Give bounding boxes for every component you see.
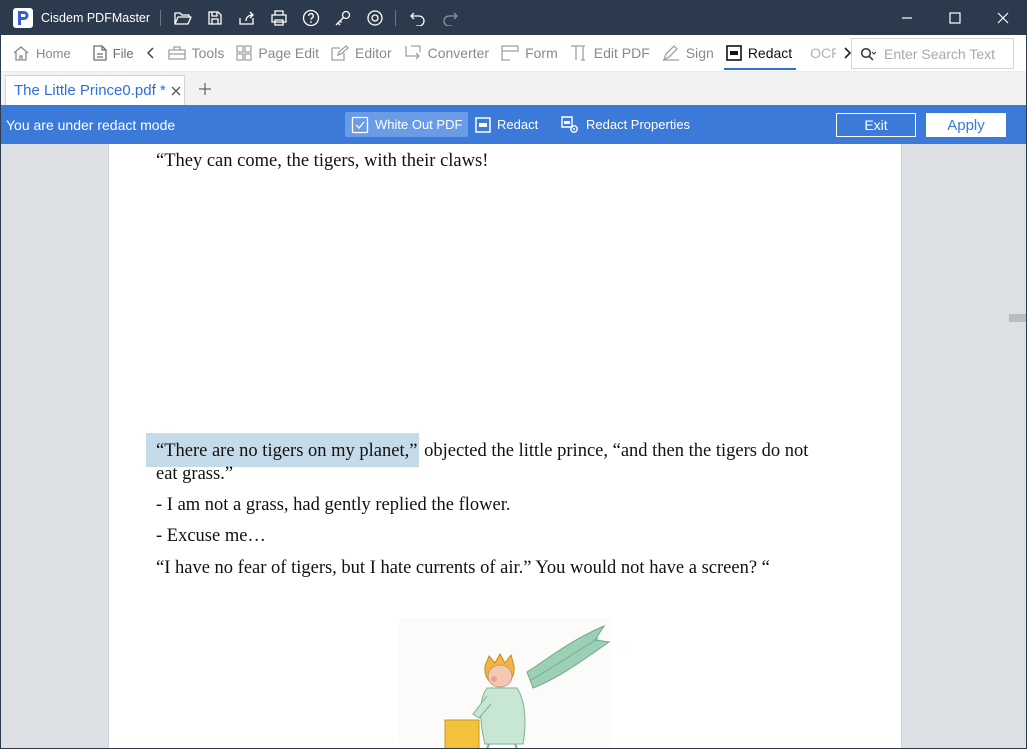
file-icon — [93, 45, 107, 61]
form-label: Form — [525, 45, 558, 61]
home-icon — [13, 46, 29, 61]
ocr-label: OCR — [810, 45, 836, 61]
redact-button-label: Redact — [497, 117, 539, 132]
tools-button[interactable]: Tools — [162, 35, 231, 72]
form-button[interactable]: Form — [495, 35, 564, 72]
page-text-line: eat grass.” — [156, 464, 234, 484]
redact-label: Redact — [747, 45, 793, 61]
page-text-line: - Excuse me… — [156, 526, 266, 546]
converter-button[interactable]: Converter — [398, 35, 495, 72]
app-title: Cisdem PDFMaster — [41, 10, 151, 25]
redact-icon — [726, 45, 742, 61]
home-button[interactable]: Home — [0, 35, 77, 72]
redact-properties-label: Redact Properties — [586, 117, 691, 132]
close-window-icon[interactable] — [979, 0, 1027, 35]
editor-button[interactable]: Editor — [325, 35, 398, 72]
document-tab-strip: The Little Prince0.pdf * — [0, 72, 1027, 105]
page-edit-label: Page Edit — [258, 45, 320, 61]
print-icon[interactable] — [263, 0, 295, 35]
white-out-label: White Out PDF — [375, 117, 463, 132]
sign-label: Sign — [685, 45, 714, 61]
pdf-page[interactable]: “They can come, the tigers, with their c… — [108, 144, 902, 749]
ocr-button[interactable]: OCR OCR — [798, 35, 836, 72]
help-icon[interactable] — [295, 0, 327, 35]
title-separator — [160, 9, 162, 26]
page-edit-button[interactable]: Page Edit — [230, 35, 325, 72]
pen-sign-icon — [662, 45, 679, 61]
editor-label: Editor — [355, 45, 392, 61]
sign-button[interactable]: Sign — [656, 35, 720, 72]
title-separator-2 — [395, 9, 397, 26]
redact-properties-button[interactable]: Redact Properties — [554, 112, 696, 137]
file-button[interactable]: File — [77, 35, 140, 72]
scrollbar-thumb[interactable] — [1009, 314, 1027, 322]
undo-icon[interactable] — [402, 0, 434, 35]
white-out-button[interactable]: White Out PDF — [345, 112, 469, 137]
text-selection-highlight[interactable]: “There are no tigers on my planet,” — [146, 433, 420, 467]
share-icon[interactable] — [231, 0, 263, 35]
search-box[interactable] — [851, 38, 1014, 69]
page-text-line: “They can come, the tigers, with their c… — [156, 151, 489, 171]
search-input[interactable] — [884, 45, 1004, 62]
properties-gear-icon — [561, 115, 578, 133]
white-out-icon — [351, 116, 369, 133]
home-label: Home — [36, 45, 71, 61]
window-controls — [883, 0, 1027, 35]
toolbox-icon — [167, 46, 186, 60]
minimize-icon[interactable] — [883, 0, 931, 35]
close-tab-icon[interactable] — [171, 86, 181, 96]
open-folder-icon[interactable] — [167, 0, 199, 35]
convert-arrows-icon — [404, 45, 421, 60]
main-toolbar: Home File Tools Page Edit Editor Convert… — [0, 35, 1027, 72]
scroll-left-icon[interactable] — [140, 35, 162, 72]
document-tab-label: The Little Prince0.pdf * — [14, 82, 166, 99]
edit-pdf-button[interactable]: Edit PDF — [564, 35, 656, 72]
form-icon — [501, 45, 519, 61]
page-text-line-highlighted: “There are no tigers on my planet,” obje… — [146, 433, 809, 467]
title-bar: Cisdem PDFMaster — [0, 0, 1027, 35]
document-tab[interactable]: The Little Prince0.pdf * — [5, 75, 185, 105]
tools-label: Tools — [191, 45, 225, 61]
redact-mode-bar: You are under redact mode White Out PDF … — [0, 105, 1027, 144]
apply-button[interactable]: Apply — [926, 113, 1006, 137]
document-viewport[interactable]: “They can come, the tigers, with their c… — [0, 144, 1027, 749]
redact-tab[interactable]: Redact — [720, 35, 798, 72]
settings-icon[interactable] — [359, 0, 391, 35]
add-tab-icon[interactable] — [194, 78, 216, 100]
redact-button[interactable]: Redact — [469, 112, 544, 137]
vertical-scrollbar[interactable] — [1009, 144, 1027, 749]
redact-mode-status: You are under redact mode — [6, 117, 176, 133]
grid-icon — [236, 45, 252, 61]
text-cursor-icon — [570, 45, 585, 61]
file-label: File — [112, 45, 134, 61]
redact-box-icon — [475, 116, 491, 133]
little-prince-illustration — [399, 618, 611, 749]
edit-pdf-label: Edit PDF — [593, 45, 650, 61]
converter-label: Converter — [427, 45, 490, 61]
save-icon[interactable] — [199, 0, 231, 35]
search-icon — [860, 47, 876, 61]
key-icon[interactable] — [327, 0, 359, 35]
exit-button[interactable]: Exit — [836, 113, 916, 137]
page-text-continuation: objected the little prince, “and then th… — [419, 441, 809, 461]
redo-icon[interactable] — [434, 0, 466, 35]
edit-pencil-icon — [331, 45, 350, 61]
maximize-icon[interactable] — [931, 0, 979, 35]
app-logo-icon — [13, 7, 33, 28]
page-text-line: “I have no fear of tigers, but I hate cu… — [156, 558, 770, 578]
page-text-line: - I am not a grass, had gently replied t… — [156, 495, 511, 515]
